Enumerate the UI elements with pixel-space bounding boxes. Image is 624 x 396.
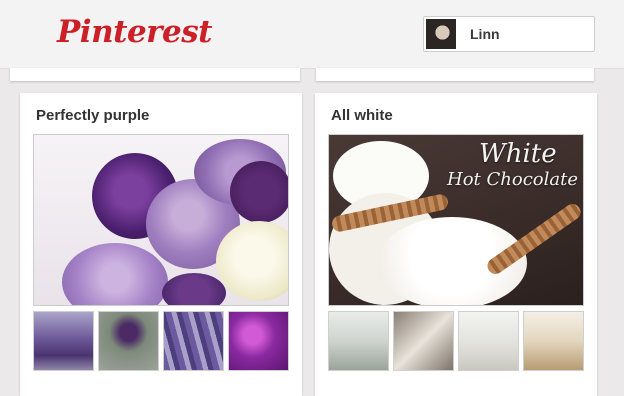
board-card-all-white[interactable]: All white White Hot Chocolate [315,93,597,396]
board-thumbnail[interactable] [33,311,94,371]
board-thumbnails [33,311,289,371]
user-name: Linn [470,26,500,42]
board-thumbnail[interactable] [393,311,454,371]
board-thumbnail[interactable] [228,311,289,371]
pin-card-partial[interactable] [10,68,300,81]
cover-overlay-text: Hot Chocolate [447,169,578,190]
board-thumbnails [328,311,584,371]
avatar [426,19,456,49]
board-cover-image[interactable]: White Hot Chocolate [328,134,584,306]
board-thumbnail[interactable] [523,311,584,371]
pin-card-partial[interactable] [316,68,594,81]
board-cover-image[interactable] [33,134,289,306]
pinterest-logo[interactable]: Pinterest [57,14,213,50]
board-title[interactable]: All white [331,107,393,124]
board-thumbnail[interactable] [98,311,159,371]
board-thumbnail[interactable] [328,311,389,371]
board-title[interactable]: Perfectly purple [36,107,149,124]
board-card-perfectly-purple[interactable]: Perfectly purple [20,93,302,396]
cover-overlay-text: White [479,139,557,169]
user-menu-button[interactable]: Linn [423,16,595,52]
board-thumbnail[interactable] [163,311,224,371]
site-header: Pinterest Linn [0,0,624,69]
board-thumbnail[interactable] [458,311,519,371]
